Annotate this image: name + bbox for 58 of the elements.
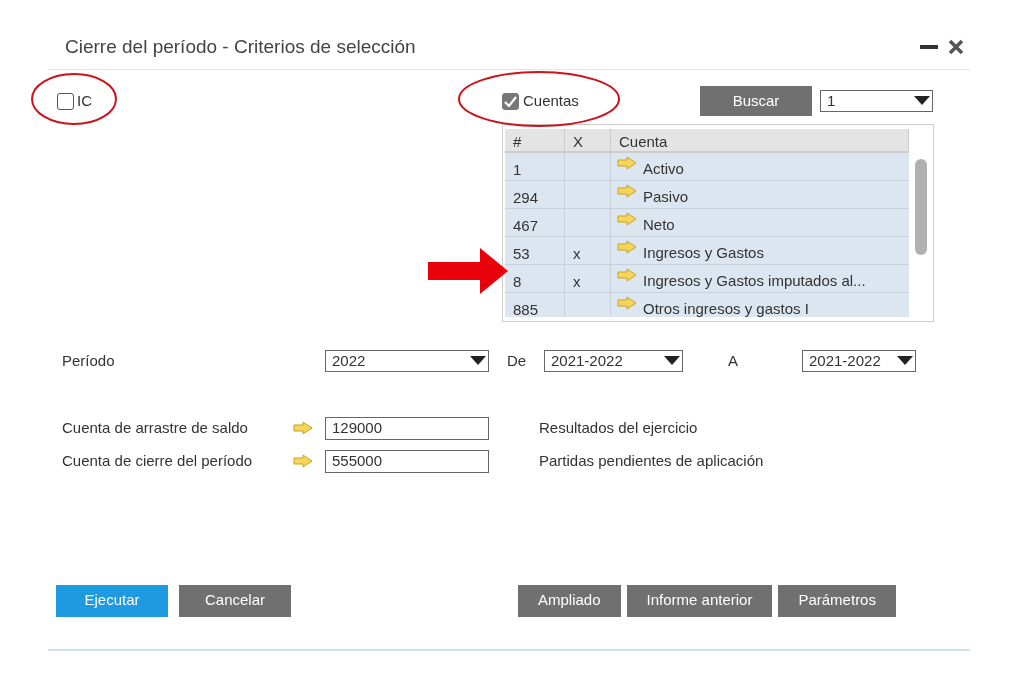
field-label: De — [506, 351, 528, 371]
period-select[interactable]: 2022 — [325, 350, 489, 373]
select-value: 1 — [827, 90, 836, 111]
action-button[interactable]: Informe anterior — [626, 584, 773, 617]
select-value: 2021-2022 — [551, 351, 623, 371]
scrollbar[interactable] — [915, 159, 927, 255]
arrow-right-icon[interactable] — [617, 268, 637, 282]
field-label: Período — [61, 351, 116, 371]
arrow-right-icon[interactable] — [617, 156, 637, 170]
account-field[interactable]: 555000 — [325, 449, 489, 473]
dropdown-caret-icon — [914, 96, 930, 106]
dropdown-caret-icon — [470, 356, 486, 367]
checkbox[interactable] — [57, 92, 74, 110]
arrow-right-icon[interactable] — [617, 296, 637, 310]
search-button[interactable]: Buscar — [700, 86, 812, 116]
from-select[interactable]: 2021-2022 — [544, 350, 683, 373]
arrow-right-icon[interactable] — [617, 240, 637, 254]
table-cell-text: Ingresos y Gastos imputados al... — [643, 271, 866, 291]
column-header: # — [505, 129, 565, 151]
account-field[interactable]: 129000 — [325, 416, 489, 440]
table-cell: 1 — [505, 153, 565, 180]
table-cell: 885 — [505, 293, 565, 317]
arrow-right-icon[interactable] — [293, 454, 313, 468]
account-description: Resultados del ejercicio — [538, 417, 698, 438]
dropdown-caret-icon — [897, 356, 913, 367]
arrow-right-icon[interactable] — [617, 184, 637, 198]
field-label: Cuenta de arrastre de saldo — [61, 417, 249, 438]
table-cell: 53 — [505, 237, 565, 264]
arrow-right-icon[interactable] — [617, 212, 637, 226]
account-description: Partidas pendientes de aplicación — [538, 450, 764, 471]
field-label: Cuenta de cierre del período — [61, 450, 254, 471]
checkbox-label: Cuentas — [523, 90, 579, 111]
table-cell: 467 — [505, 209, 565, 236]
window-title: Cierre del período - Criterios de selección — [64, 34, 416, 59]
table-cell: x — [565, 265, 611, 292]
select-value: 2021-2022 — [809, 351, 881, 371]
checkbox[interactable] — [502, 92, 519, 110]
to-select[interactable]: 2021-2022 — [802, 350, 916, 373]
action-button[interactable]: Ampliado — [518, 584, 621, 617]
minimize-icon[interactable] — [920, 45, 938, 49]
close-icon[interactable] — [948, 39, 964, 55]
table-cell-text: Activo — [643, 159, 684, 179]
dropdown-caret-icon — [664, 356, 680, 367]
table-cell-text: Otros ingresos y gastos I — [643, 299, 809, 317]
table-cell-text: Neto — [643, 215, 675, 235]
cancel-button[interactable]: Cancelar — [179, 584, 291, 617]
checkbox-label: IC — [77, 90, 92, 111]
table-cell-text: Ingresos y Gastos — [643, 243, 764, 263]
table-cell: 294 — [505, 181, 565, 208]
column-header: X — [565, 129, 611, 151]
column-header: Cuenta — [611, 129, 909, 151]
select-value: 2022 — [332, 351, 366, 371]
field-label: A — [727, 351, 739, 371]
search-select[interactable]: 1 — [820, 90, 933, 112]
arrow-right-icon[interactable] — [293, 421, 313, 435]
table-cell-text: Pasivo — [643, 187, 689, 207]
action-button[interactable]: Parámetros — [778, 584, 896, 617]
table-cell: x — [565, 237, 611, 264]
